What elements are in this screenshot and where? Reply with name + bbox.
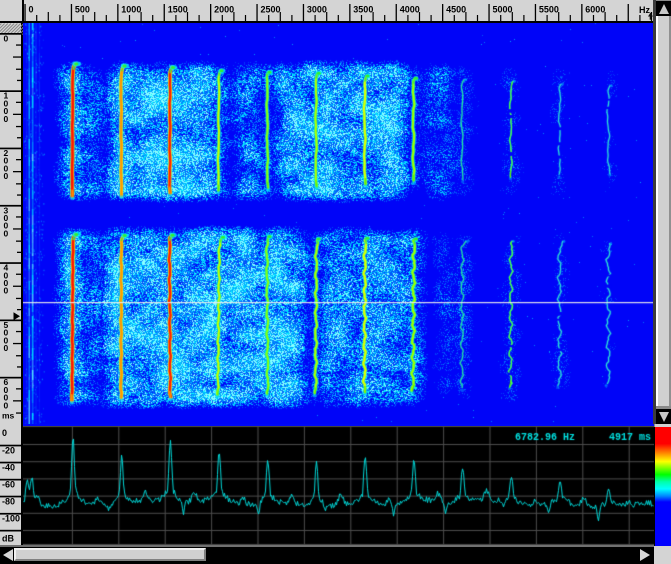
svg-text:0: 0 — [4, 286, 9, 296]
svg-text:dB: dB — [2, 534, 14, 544]
svg-text:-100: -100 — [2, 514, 20, 524]
svg-text:0: 0 — [4, 228, 9, 238]
svg-text:-40: -40 — [2, 463, 15, 473]
svg-text:0: 0 — [4, 171, 9, 181]
svg-text:5500: 5500 — [539, 5, 559, 15]
svg-text:-60: -60 — [2, 480, 15, 490]
svg-text:5000: 5000 — [493, 5, 513, 15]
svg-text:0: 0 — [29, 5, 34, 15]
svg-text:1000: 1000 — [121, 5, 141, 15]
svg-text:2000: 2000 — [214, 5, 234, 15]
svg-text:-20: -20 — [2, 446, 15, 456]
svg-text:0: 0 — [4, 114, 9, 124]
svg-text:6000: 6000 — [585, 5, 605, 15]
svg-text:0: 0 — [2, 428, 7, 438]
svg-text:3000: 3000 — [307, 5, 327, 15]
svg-text:0: 0 — [4, 33, 9, 43]
svg-text:-80: -80 — [2, 497, 15, 507]
svg-text:4000: 4000 — [400, 5, 420, 15]
svg-text:0: 0 — [4, 343, 9, 353]
svg-text:0: 0 — [4, 400, 9, 410]
svg-text:1500: 1500 — [168, 5, 188, 15]
svg-text:2500: 2500 — [261, 5, 281, 15]
svg-text:500: 500 — [75, 5, 90, 15]
svg-text:Hz: Hz — [639, 5, 650, 15]
svg-text:4500: 4500 — [446, 5, 466, 15]
svg-text:3500: 3500 — [353, 5, 373, 15]
svg-text:ms: ms — [2, 410, 15, 420]
